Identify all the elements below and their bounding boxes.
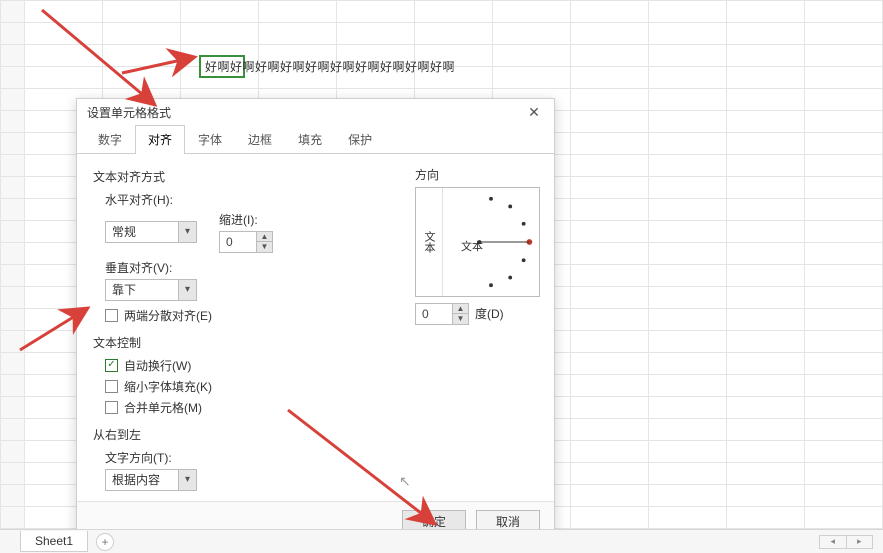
format-cells-dialog: 设置单元格格式 ✕ 数字 对齐 字体 边框 填充 保护 文本对齐方式 水平对齐(…: [76, 98, 555, 543]
chevron-right-icon[interactable]: ▸: [847, 536, 873, 548]
label-vertical-align: 垂直对齐(V):: [105, 259, 391, 276]
horizontal-align-combo[interactable]: 常规 ▾: [105, 221, 197, 243]
chevron-down-icon: ▾: [178, 280, 196, 300]
chevron-down-icon: ▾: [178, 470, 196, 490]
indent-spinner[interactable]: 0 ▲ ▼: [219, 231, 273, 253]
text-direction-combo[interactable]: 根据内容 ▾: [105, 469, 197, 491]
chevron-up-icon[interactable]: ▲: [257, 232, 272, 243]
dialog-tabs: 数字 对齐 字体 边框 填充 保护: [77, 127, 554, 154]
tab-font[interactable]: 字体: [185, 125, 235, 154]
vertical-align-value: 靠下: [106, 281, 178, 298]
checkbox-shrink-to-fit[interactable]: 缩小字体填充(K): [105, 378, 391, 395]
checkbox-box: [105, 401, 118, 414]
close-icon[interactable]: ✕: [520, 101, 548, 125]
dialog-title: 设置单元格格式: [87, 104, 171, 121]
checkbox-label: 缩小字体填充(K): [124, 378, 212, 395]
label-degree: 度(D): [475, 305, 504, 322]
tab-fill[interactable]: 填充: [285, 125, 335, 154]
checkbox-box: [105, 309, 118, 322]
sheet-tab-strip: Sheet1 + ◂ ▸: [0, 529, 883, 553]
orientation-center-text: 文本: [461, 238, 483, 254]
vertical-align-combo[interactable]: 靠下 ▾: [105, 279, 197, 301]
label-horizontal-align: 水平对齐(H):: [105, 191, 391, 208]
checkbox-box: [105, 380, 118, 393]
section-rtl: 从右到左: [93, 426, 391, 443]
chevron-down-icon[interactable]: ▼: [257, 242, 272, 252]
indent-value: 0: [220, 232, 256, 252]
cell-content-text: 好啊好啊好啊好啊好啊好啊好啊好啊好啊好啊: [205, 58, 455, 75]
text-direction-value: 根据内容: [106, 471, 178, 488]
degree-value: 0: [416, 304, 452, 324]
section-text-alignment: 文本对齐方式: [93, 168, 391, 185]
chevron-down-icon: ▾: [178, 222, 196, 242]
tab-number[interactable]: 数字: [85, 125, 135, 154]
horizontal-align-value: 常规: [106, 223, 178, 240]
tab-protection[interactable]: 保护: [335, 125, 385, 154]
checkbox-box: [105, 359, 118, 372]
tab-border[interactable]: 边框: [235, 125, 285, 154]
sheet-tab[interactable]: Sheet1: [20, 531, 88, 552]
orientation-group: 方向 文本: [415, 166, 540, 325]
label-indent: 缩进(I):: [219, 211, 273, 228]
orientation-dial[interactable]: 文本 文: [415, 187, 540, 297]
dialog-titlebar[interactable]: 设置单元格格式 ✕: [77, 99, 554, 127]
orientation-vertical-text[interactable]: 文本: [416, 188, 443, 296]
checkbox-merge-cells[interactable]: 合并单元格(M): [105, 399, 391, 416]
label-orientation: 方向: [415, 166, 540, 183]
label-text-direction: 文字方向(T):: [105, 449, 391, 466]
checkbox-justify-distributed[interactable]: 两端分散对齐(E): [105, 307, 391, 324]
add-sheet-button[interactable]: +: [96, 533, 114, 551]
section-text-control: 文本控制: [93, 334, 391, 351]
checkbox-label: 合并单元格(M): [124, 399, 202, 416]
checkbox-label: 两端分散对齐(E): [124, 307, 212, 324]
sheet-pager[interactable]: ◂ ▸: [819, 535, 873, 549]
chevron-left-icon[interactable]: ◂: [820, 536, 847, 548]
chevron-up-icon[interactable]: ▲: [453, 304, 468, 315]
degree-spinner[interactable]: 0 ▲ ▼: [415, 303, 469, 325]
chevron-down-icon[interactable]: ▼: [453, 314, 468, 324]
checkbox-wrap-text[interactable]: 自动换行(W): [105, 357, 391, 374]
dialog-body: 文本对齐方式 水平对齐(H): 常规 ▾ 缩进(I): 0 ▲: [77, 154, 554, 501]
tab-alignment[interactable]: 对齐: [135, 125, 185, 154]
checkbox-label: 自动换行(W): [124, 357, 191, 374]
